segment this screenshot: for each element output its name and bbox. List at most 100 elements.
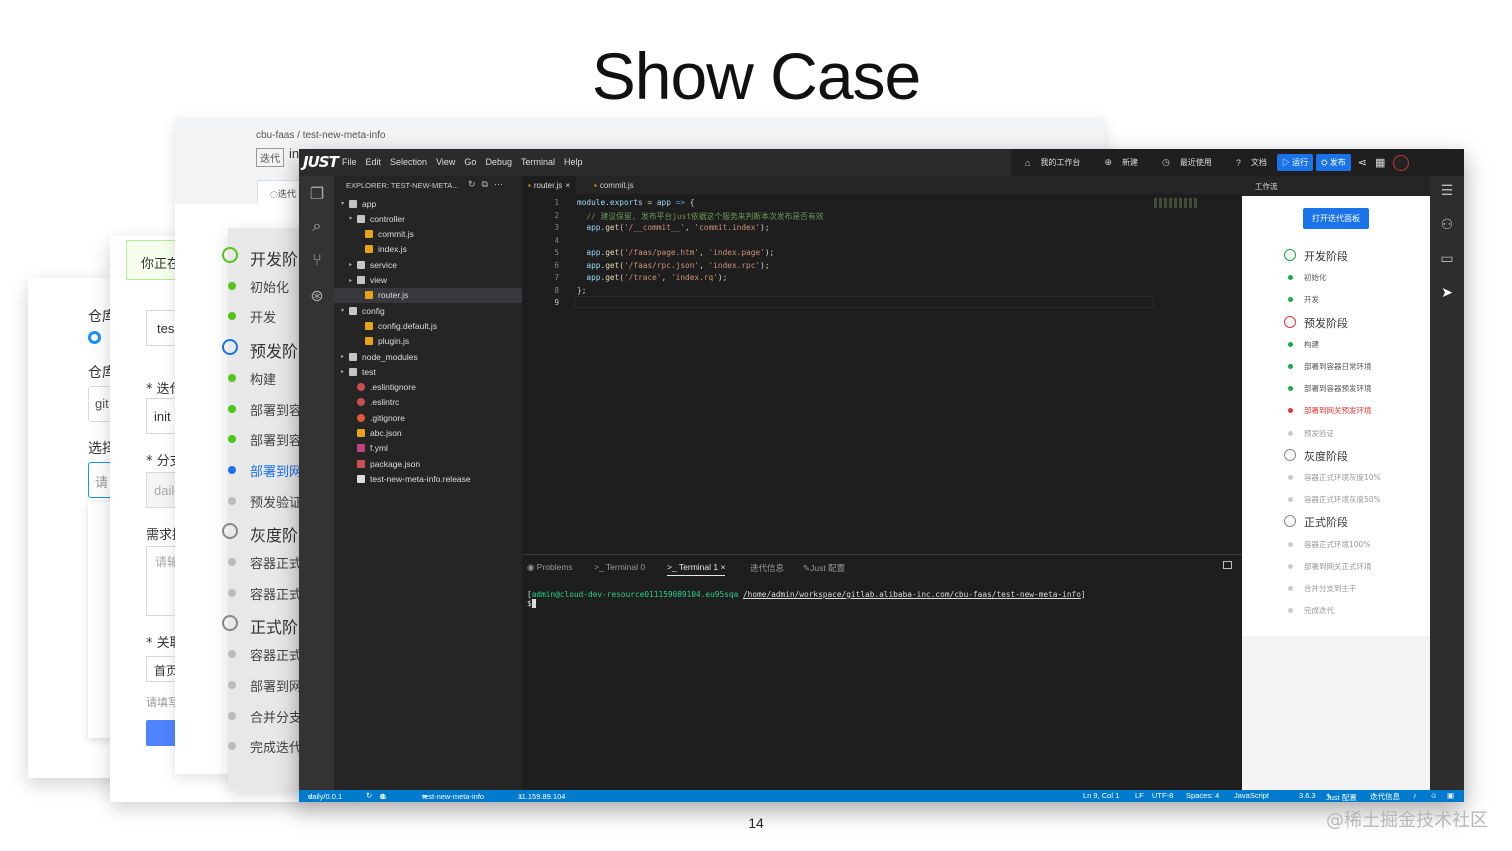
status-language[interactable]: JavaScript — [1234, 791, 1269, 800]
close-icon[interactable]: × — [718, 562, 725, 572]
tree-item[interactable]: abc.json — [334, 426, 522, 441]
nav-new[interactable]: ⊕ 新建 — [1104, 157, 1138, 168]
step-dot-icon — [228, 373, 236, 382]
workflow-step[interactable]: 完成迭代 — [1304, 605, 1334, 616]
workflow-step[interactable]: 构建 — [1304, 339, 1319, 350]
workflow-step[interactable]: 部署到网关正式环境 — [1304, 561, 1372, 572]
tree-item[interactable]: .eslintignore — [334, 380, 522, 395]
panel-tab-terminal1[interactable]: >_ Terminal 1 × — [667, 562, 726, 576]
sync-icon[interactable]: ↻ — [366, 791, 372, 800]
tree-item[interactable]: ▸ service — [334, 257, 522, 272]
publish-button[interactable]: ⛭ 发布 — [1316, 154, 1351, 171]
workflow-step[interactable]: 合并分支到主干 — [1304, 583, 1357, 594]
nav-workbench[interactable]: ⌂ 我的工作台 — [1025, 157, 1080, 168]
open-iteration-panel-button[interactable]: 打开迭代面板 — [1303, 208, 1369, 229]
tree-item-label: index.js — [378, 244, 407, 255]
avatar[interactable] — [1393, 154, 1410, 171]
menu-item-go[interactable]: Go — [464, 157, 476, 167]
workflow-step[interactable]: 开发 — [1304, 294, 1319, 305]
files-icon[interactable]: ❐ — [307, 184, 327, 204]
send-icon[interactable]: ➤ — [1437, 284, 1457, 301]
workflow-stage[interactable]: 正式阶段 — [1304, 514, 1348, 530]
close-icon[interactable]: × — [565, 181, 570, 190]
run-button[interactable]: ▷ 运行 — [1276, 154, 1314, 171]
panel-tab-iteration[interactable]: 迭代信息 — [750, 562, 784, 574]
code-editor[interactable]: 1 2 3 4 5 6 7 8 9 module.exports = app => { // 建… — [522, 194, 1242, 554]
menu-item-view[interactable]: View — [436, 157, 455, 167]
search-icon[interactable]: ⌕ — [307, 218, 327, 238]
tree-item[interactable]: .eslintrc — [334, 395, 522, 410]
workflow-step[interactable]: 初始化 — [1304, 272, 1327, 283]
workflow-stage[interactable]: 预发阶段 — [1304, 315, 1348, 331]
menu-item-terminal[interactable]: Terminal — [521, 157, 555, 167]
status-indent[interactable]: Spaces: 4 — [1186, 791, 1219, 800]
split-panel-icon[interactable] — [1223, 561, 1232, 569]
tree-item[interactable]: router.js — [334, 287, 522, 303]
workflow-stage[interactable]: 灰度阶段 — [1304, 448, 1348, 464]
workflow-step[interactable]: 容器正式环境灰度10% — [1304, 472, 1381, 483]
tree-item[interactable]: test-new-meta-info.release — [334, 471, 522, 486]
menu-item-edit[interactable]: Edit — [366, 157, 382, 167]
code-line: }; — [577, 285, 587, 295]
tree-item[interactable]: package.json — [334, 456, 522, 471]
menu-item-selection[interactable]: Selection — [390, 157, 427, 167]
monitor-icon[interactable]: ▭ — [1437, 250, 1457, 267]
pipeline-step: 容器正式 — [250, 649, 303, 665]
tree-item[interactable]: f.yml — [334, 441, 522, 456]
tree-item[interactable]: ▸ node_modules — [334, 349, 522, 364]
tree-item[interactable]: .gitignore — [334, 410, 522, 425]
tree-item[interactable]: ▾ config — [334, 303, 522, 318]
tree-item[interactable]: commit.js — [334, 227, 522, 242]
panel-tab-terminal0[interactable]: >_ Terminal 0 — [594, 562, 645, 572]
source-control-icon[interactable]: ⑂ — [307, 252, 327, 272]
menu-item-help[interactable]: Help — [564, 157, 583, 167]
step-status-icon — [1288, 408, 1293, 414]
tree-item[interactable]: ▸ view — [334, 273, 522, 288]
debug-icon[interactable]: ⊛ — [307, 286, 327, 306]
bell-icon[interactable]: ♪ — [1413, 791, 1417, 800]
share-icon[interactable]: ⋖ — [1358, 156, 1367, 169]
workflow-step[interactable]: 部署到网关预发环境 — [1304, 405, 1372, 416]
menu-item-debug[interactable]: Debug — [485, 157, 512, 167]
status-encoding[interactable]: UTF-8 — [1152, 791, 1173, 800]
tree-item[interactable]: ▾ controller — [334, 211, 522, 226]
more-icon[interactable]: ⋯ — [494, 179, 509, 189]
users-icon[interactable]: ⚇ — [1437, 216, 1457, 233]
step-status-icon — [1288, 297, 1293, 303]
tab-commit-js[interactable]: ▪ commit.js — [588, 176, 640, 194]
collapse-icon[interactable]: ⧉ — [482, 179, 494, 189]
status-cursor-pos[interactable]: Ln 9, Col 1 — [1083, 791, 1119, 800]
tab-iteration[interactable]: ◌迭代 — [257, 180, 301, 204]
play-icon: ▷ — [1281, 158, 1293, 167]
workflow-step[interactable]: 部署到容器日常环境 — [1304, 361, 1372, 372]
tree-item[interactable]: config.default.js — [334, 318, 522, 333]
panel-tab-problems[interactable]: ◉ Problems — [527, 562, 573, 573]
list-icon[interactable]: ☰ — [1437, 182, 1457, 199]
tree-item[interactable]: ▸ test — [334, 364, 522, 379]
tree-item[interactable]: index.js — [334, 242, 522, 257]
terminal-output[interactable]: [admin@cloud-dev-resource011159089104.eu… — [527, 590, 1086, 608]
smiley-icon[interactable]: ☺ — [1430, 791, 1438, 800]
workflow-step[interactable]: 预发验证 — [1304, 428, 1334, 439]
workflow-step[interactable]: 容器正式环境100% — [1304, 539, 1370, 550]
pipeline-step: 部署到容 — [250, 434, 303, 450]
qr-icon[interactable]: ▦ — [1375, 156, 1385, 169]
explorer-title: EXPLORER: TEST-NEW-META... — [346, 181, 459, 190]
refresh-icon[interactable]: ↻ — [468, 179, 482, 189]
window-icon[interactable]: ▣ — [1447, 791, 1454, 800]
status-iteration[interactable]: 迭代信息 — [1370, 791, 1400, 802]
status-eol[interactable]: LF — [1135, 791, 1144, 800]
menu-item-file[interactable]: File — [342, 157, 357, 167]
pipeline-step: 部署到网 — [250, 464, 303, 480]
workflow-step[interactable]: 容器正式环境灰度50% — [1304, 494, 1381, 505]
step-status-icon — [1288, 275, 1293, 281]
tree-item[interactable]: plugin.js — [334, 334, 522, 349]
workflow-step[interactable]: 部署到容器预发环境 — [1304, 383, 1372, 394]
status-version[interactable]: 3.6.3 — [1299, 791, 1316, 800]
tree-item[interactable]: ▾ app — [334, 196, 522, 211]
workflow-stage[interactable]: 开发阶段 — [1304, 248, 1348, 264]
nav-docs[interactable]: ? 文档 — [1236, 157, 1267, 168]
nav-recent[interactable]: ◷ 最近使用 — [1162, 157, 1212, 168]
panel-tab-just-config[interactable]: ✎Just 配置 — [803, 562, 845, 574]
tab-router-js[interactable]: ▪ router.js × — [522, 176, 576, 194]
